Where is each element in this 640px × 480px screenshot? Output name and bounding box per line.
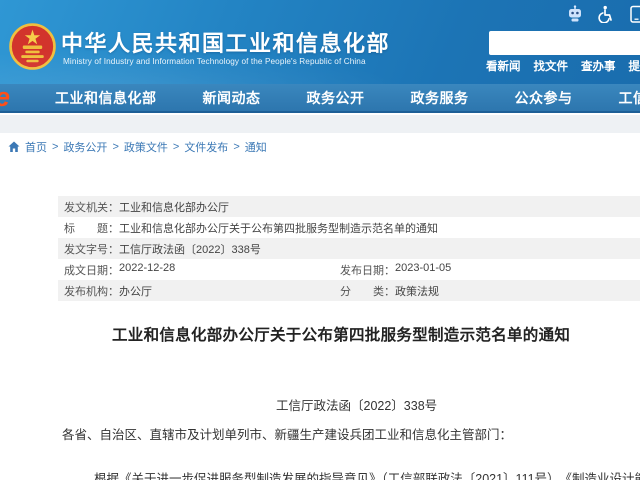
article-body-partial: 根据《关于进一步促进服务型制造发展的指导意见》（工信部联政法〔2021〕111号…	[94, 468, 640, 480]
site-banner: 中华人民共和国工业和信息化部 Ministry of Industry and …	[0, 0, 640, 84]
content-area: 首页 > 政务公开 > 政策文件 > 文件发布 > 通知 发文机关： 工业和信息…	[0, 133, 640, 480]
site-title-en: Ministry of Industry and Information Tec…	[63, 57, 366, 66]
meta-label: 发布日期：	[340, 262, 395, 278]
search-input[interactable]	[489, 31, 640, 55]
breadcrumb-policy-documents[interactable]: 政策文件	[124, 139, 168, 155]
article-salutation: 各省、自治区、直辖市及计划单列市、新疆生产建设兵团工业和信息化主管部门：	[62, 424, 512, 443]
article-title: 工业和信息化部办公厅关于公布第四批服务型制造示范名单的通知	[112, 323, 570, 345]
nav-item-news[interactable]: 新闻动态	[203, 88, 261, 108]
meta-value: 2023-01-05	[395, 262, 451, 278]
breadcrumb-home[interactable]: 首页	[25, 139, 47, 155]
nav-items: 工业和信息化部 新闻动态 政务公开 政务服务 公众参与 工信数据	[55, 84, 640, 111]
nav-item-gov-disclosure[interactable]: 政务公开	[307, 88, 365, 108]
page: 中华人民共和国工业和信息化部 Ministry of Industry and …	[0, 0, 640, 480]
meta-row-publisher-category: 发布机构： 办公厅 分 类： 政策法规	[58, 280, 640, 301]
utility-icons	[560, 5, 640, 25]
quick-link-news[interactable]: 看新闻	[486, 58, 521, 74]
meta-row-issuing-agency: 发文机关： 工业和信息化部办公厅	[58, 196, 640, 217]
meta-label: 标 题：	[64, 220, 119, 236]
meta-label: 发布机构：	[64, 283, 119, 299]
article-doc-number: 工信厅政法函〔2022〕338号	[276, 395, 437, 414]
partial-logo-glyph: e	[0, 83, 10, 112]
breadcrumb-document-release[interactable]: 文件发布	[184, 139, 228, 155]
meta-value: 办公厅	[119, 283, 152, 299]
nav-item-gov-services[interactable]: 政务服务	[411, 88, 469, 108]
meta-value: 工业和信息化部办公厅关于公布第四批服务型制造示范名单的通知	[119, 220, 438, 236]
robot-assistant-icon[interactable]	[566, 5, 584, 23]
breadcrumb: 首页 > 政务公开 > 政策文件 > 文件发布 > 通知	[8, 139, 267, 155]
breadcrumb-separator: >	[112, 141, 118, 153]
background-strip	[0, 115, 640, 133]
nav-item-miit-data[interactable]: 工信数据	[619, 88, 640, 108]
breadcrumb-notice[interactable]: 通知	[245, 139, 267, 155]
meta-value: 2022-12-28	[119, 262, 175, 278]
quick-link-services[interactable]: 查办事	[581, 58, 616, 74]
home-icon	[8, 141, 20, 153]
meta-row-doc-number: 发文字号： 工信厅政法函〔2022〕338号	[58, 238, 640, 259]
mobile-phone-icon[interactable]	[627, 5, 640, 23]
meta-value: 政策法规	[395, 283, 439, 299]
meta-value: 工业和信息化部办公厅	[119, 199, 229, 215]
meta-row-dates: 成文日期： 2022-12-28 发布日期： 2023-01-05	[58, 259, 640, 280]
meta-label: 成文日期：	[64, 262, 119, 278]
site-title-cn: 中华人民共和国工业和信息化部	[61, 26, 390, 58]
main-nav: e 工业和信息化部 新闻动态 政务公开 政务服务 公众参与 工信数据	[0, 84, 640, 113]
breadcrumb-gov-disclosure[interactable]: 政务公开	[63, 139, 107, 155]
meta-label: 发文字号：	[64, 241, 119, 257]
nav-item-public-participation[interactable]: 公众参与	[515, 88, 573, 108]
accessibility-wheelchair-icon[interactable]	[596, 5, 614, 23]
meta-label: 发文机关：	[64, 199, 119, 215]
quick-link-feedback[interactable]: 提意见	[629, 58, 640, 74]
quick-links: 看新闻 找文件 查办事 提意见	[486, 58, 640, 74]
meta-row-title: 标 题： 工业和信息化部办公厅关于公布第四批服务型制造示范名单的通知	[58, 217, 640, 238]
quick-link-files[interactable]: 找文件	[534, 58, 569, 74]
breadcrumb-separator: >	[52, 141, 58, 153]
breadcrumb-separator: >	[173, 141, 179, 153]
national-emblem-icon	[9, 23, 56, 70]
document-meta-table: 发文机关： 工业和信息化部办公厅 标 题： 工业和信息化部办公厅关于公布第四批服…	[58, 196, 640, 301]
breadcrumb-separator: >	[233, 141, 239, 153]
meta-label: 分 类：	[340, 283, 395, 299]
meta-value: 工信厅政法函〔2022〕338号	[119, 241, 261, 257]
nav-item-home[interactable]: 工业和信息化部	[55, 88, 157, 108]
